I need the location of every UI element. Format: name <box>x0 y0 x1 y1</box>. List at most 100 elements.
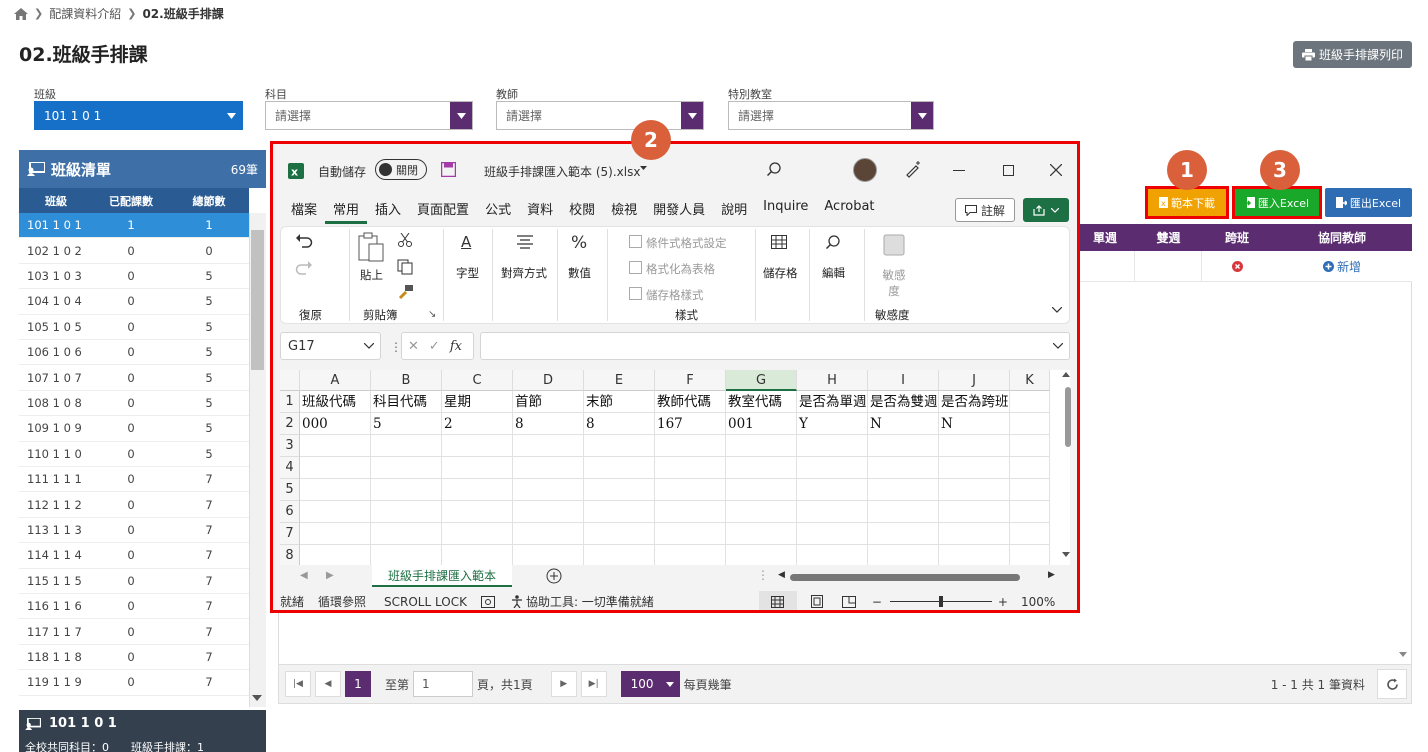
confirm-icon[interactable]: ✓ <box>429 339 440 354</box>
class-list-item[interactable]: 107 1 0 705 <box>19 365 249 391</box>
sheet-cell[interactable] <box>1010 523 1050 545</box>
sheet-cell[interactable] <box>868 523 939 545</box>
room-select[interactable]: 請選擇 <box>728 101 934 130</box>
sheet-cell[interactable]: 167 <box>655 413 726 435</box>
sheet-cell[interactable] <box>726 545 797 565</box>
sheet-cell[interactable] <box>371 457 442 479</box>
tab-file[interactable]: 檔案 <box>283 199 325 224</box>
sheet-cell[interactable] <box>655 501 726 523</box>
class-list-item[interactable]: 116 1 1 607 <box>19 594 249 620</box>
sheet-cell[interactable]: Y <box>797 413 868 435</box>
next-sheet-icon[interactable]: ▶ <box>326 570 334 581</box>
sheet-cell[interactable] <box>797 435 868 457</box>
sheet-cell[interactable] <box>868 479 939 501</box>
sheet-cell[interactable] <box>655 523 726 545</box>
class-list-item[interactable]: 108 1 0 805 <box>19 391 249 417</box>
sheet-cell[interactable] <box>797 523 868 545</box>
sheet-cell[interactable]: 是否為跨班 <box>939 391 1010 413</box>
sheet-cell[interactable]: 是否為雙週 <box>868 391 939 413</box>
row-header[interactable]: 3 <box>280 435 300 457</box>
sheet-cell[interactable] <box>300 501 371 523</box>
sheet-cell[interactable] <box>442 479 513 501</box>
sheet-cell[interactable] <box>797 479 868 501</box>
sheet-cell[interactable]: N <box>868 413 939 435</box>
scroll-down-icon[interactable] <box>252 695 262 701</box>
row-header[interactable]: 8 <box>280 545 300 565</box>
chevron-down-icon[interactable] <box>640 166 647 170</box>
sheet-cell[interactable]: 5 <box>371 413 442 435</box>
function-icon[interactable]: fx <box>450 339 462 354</box>
scroll-right-icon[interactable]: ▶ <box>1048 570 1055 580</box>
sheet-cell[interactable] <box>939 479 1010 501</box>
home-icon[interactable] <box>14 7 28 20</box>
tab-view[interactable]: 檢視 <box>603 199 645 224</box>
class-list-item[interactable]: 117 1 1 707 <box>19 619 249 645</box>
collapse-ribbon-icon[interactable] <box>1052 307 1062 313</box>
class-list-item[interactable]: 111 1 1 107 <box>19 467 249 493</box>
zoom-level[interactable]: 100% <box>1021 595 1055 609</box>
sheet-cell[interactable] <box>371 545 442 565</box>
export-excel-button[interactable]: 匯出Excel <box>1325 188 1412 217</box>
sheet-cell[interactable] <box>939 435 1010 457</box>
class-list-item[interactable]: 109 1 0 905 <box>19 416 249 442</box>
undo-icon[interactable] <box>295 233 313 249</box>
percent-icon[interactable]: % <box>571 233 587 253</box>
prev-page-button[interactable]: ◀ <box>315 671 341 697</box>
sheet-cell[interactable] <box>442 545 513 565</box>
sheet-cell[interactable]: 2 <box>442 413 513 435</box>
cells-icon[interactable] <box>771 235 787 249</box>
sheet-scrollbar-thumb[interactable] <box>1065 387 1071 447</box>
user-avatar[interactable] <box>853 158 877 182</box>
tab-review[interactable]: 校閱 <box>561 199 603 224</box>
sheet-cell[interactable]: N <box>939 413 1010 435</box>
sheet-cell[interactable] <box>584 523 655 545</box>
breadcrumb-item[interactable]: 配課資料介紹 <box>49 5 121 22</box>
class-list-item[interactable]: 113 1 1 307 <box>19 518 249 544</box>
zoom-slider[interactable] <box>889 596 992 607</box>
page-break-view-icon[interactable] <box>841 595 856 608</box>
comments-button[interactable]: 註解 <box>955 198 1015 222</box>
close-icon[interactable] <box>1050 164 1062 176</box>
column-header[interactable]: B <box>371 370 442 391</box>
cancel-icon[interactable]: ✕ <box>408 339 419 354</box>
sheet-cell[interactable] <box>655 457 726 479</box>
maximize-icon[interactable] <box>1003 165 1014 176</box>
sheet-cell[interactable] <box>442 435 513 457</box>
sheet-cell[interactable] <box>584 545 655 565</box>
macro-record-icon[interactable] <box>480 595 495 608</box>
class-list-item[interactable]: 102 1 0 200 <box>19 238 249 264</box>
sheet-cell[interactable] <box>371 501 442 523</box>
class-select[interactable]: 101 1 0 1 <box>34 101 243 130</box>
sheet-cell[interactable] <box>797 457 868 479</box>
row-header[interactable]: 4 <box>280 457 300 479</box>
formula-input[interactable] <box>480 332 1070 360</box>
sheet-cell[interactable] <box>868 501 939 523</box>
sheet-cell[interactable] <box>300 479 371 501</box>
sheet-cell[interactable] <box>797 501 868 523</box>
row-header[interactable]: 5 <box>280 479 300 501</box>
tab-developer[interactable]: 開發人員 <box>645 199 713 224</box>
sheet-cell[interactable] <box>655 435 726 457</box>
sheet-cell[interactable] <box>371 435 442 457</box>
scroll-down-icon[interactable] <box>1399 652 1407 657</box>
column-header[interactable]: D <box>513 370 584 391</box>
remove-cross-icon[interactable] <box>1202 260 1272 272</box>
sheet-cell[interactable] <box>584 501 655 523</box>
add-sheet-icon[interactable] <box>546 568 562 584</box>
horizontal-scrollbar-thumb[interactable] <box>790 574 1020 581</box>
sheet-cell[interactable]: 末節 <box>584 391 655 413</box>
sheet-cell[interactable]: 教室代碼 <box>726 391 797 413</box>
sheet-cell[interactable] <box>726 435 797 457</box>
prev-sheet-icon[interactable]: ◀ <box>300 570 308 581</box>
tab-page-layout[interactable]: 頁面配置 <box>409 199 477 224</box>
first-page-button[interactable]: |◀ <box>285 671 311 697</box>
tab-insert[interactable]: 插入 <box>367 199 409 224</box>
row-header[interactable]: 7 <box>280 523 300 545</box>
pen-sparkle-icon[interactable] <box>904 160 922 178</box>
sheet-cell[interactable]: 8 <box>584 413 655 435</box>
search-icon[interactable] <box>767 162 781 176</box>
sheet-cell[interactable] <box>584 435 655 457</box>
sheet-cell[interactable] <box>513 479 584 501</box>
sheet-cell[interactable] <box>868 545 939 565</box>
cut-icon[interactable] <box>398 233 412 247</box>
